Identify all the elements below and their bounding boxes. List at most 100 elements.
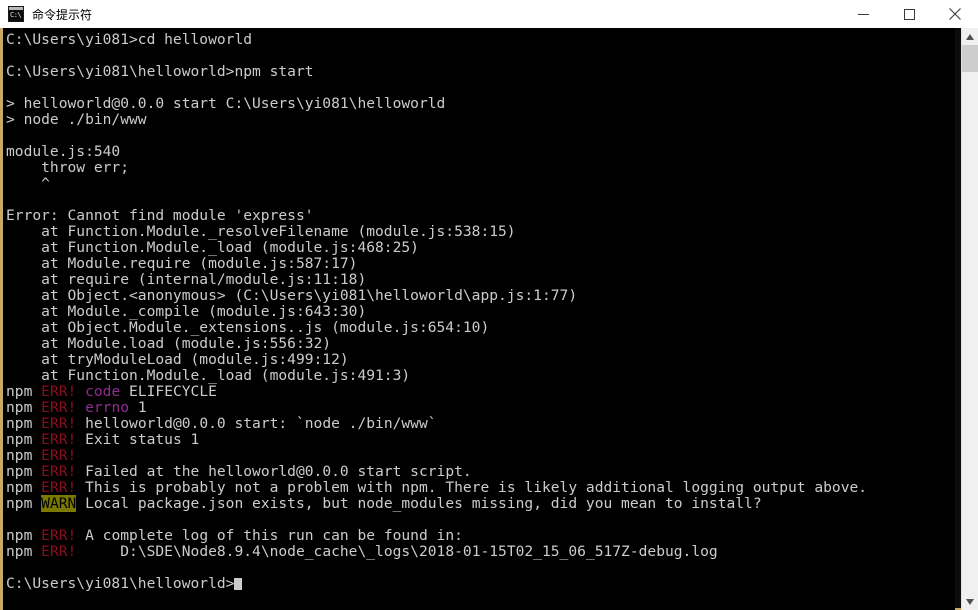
terminal-text-run: npm	[6, 479, 42, 496]
terminal-text-run: at Function.Module._load (module.js:491:…	[6, 367, 411, 384]
terminal-text-run: ERR!	[41, 399, 77, 416]
terminal-line: > node ./bin/www	[6, 112, 955, 128]
terminal-text-run	[76, 399, 85, 416]
terminal-text-run: npm	[6, 431, 42, 448]
terminal-text-run: at require (internal/module.js:11:18)	[6, 271, 367, 288]
terminal-line: > helloworld@0.0.0 start C:\Users\yi081\…	[6, 96, 955, 112]
command-prompt-window: 命令提示符 C:\Users\yi081>cd	[0, 0, 978, 610]
terminal-text-run: Local package.json exists, but node_modu…	[76, 495, 762, 512]
terminal-text-run: Failed at the helloworld@0.0.0 start scr…	[76, 463, 472, 480]
terminal-text-run: D:\SDE\Node8.9.4\node_cache\_logs\2018-0…	[76, 543, 718, 560]
terminal-text-run: helloworld@0.0.0 start: `node ./bin/www`	[76, 415, 437, 432]
title-bar[interactable]: 命令提示符	[0, 0, 978, 28]
maximize-button[interactable]	[886, 0, 932, 28]
terminal-line: module.js:540	[6, 144, 955, 160]
terminal-text-run: Error: Cannot find module 'express'	[6, 207, 314, 224]
terminal-text-run: at Object.<anonymous> (C:\Users\yi081\he…	[6, 287, 578, 304]
terminal-text-run: npm	[6, 463, 42, 480]
terminal-line: Error: Cannot find module 'express'	[6, 208, 955, 224]
terminal-line: at Function.Module._resolveFilename (mod…	[6, 224, 955, 240]
terminal-text-run: ERR!	[41, 463, 77, 480]
terminal-text-run: npm	[6, 399, 42, 416]
terminal-text-run: C:\Users\yi081>cd helloworld	[6, 31, 253, 48]
terminal-text-run: ERR!	[41, 479, 77, 496]
scroll-down-arrow-icon[interactable]	[962, 593, 978, 610]
terminal-text-run: npm	[6, 527, 42, 544]
terminal-text-run: This is probably not a problem with npm.…	[76, 479, 868, 496]
terminal-text-run: at Function.Module._load (module.js:468:…	[6, 239, 419, 256]
terminal-text-run: errno	[85, 399, 130, 416]
close-button[interactable]	[932, 0, 978, 28]
terminal-text-run: at Module.load (module.js:556:32)	[6, 335, 332, 352]
terminal-text-run: code	[85, 383, 121, 400]
terminal-text: C:\Users\yi081>cd helloworld C:\Users\yi0…	[6, 32, 955, 592]
terminal-text-run: > node ./bin/www	[6, 111, 147, 128]
console-icon	[8, 6, 24, 22]
terminal-line: at Module.load (module.js:556:32)	[6, 336, 955, 352]
terminal-text-run: C:\Users\yi081\helloworld>npm start	[6, 63, 314, 80]
terminal-text-run: ERR!	[41, 383, 77, 400]
terminal-line: C:\Users\yi081\helloworld>npm start	[6, 64, 955, 80]
minimize-button[interactable]	[840, 0, 886, 28]
terminal-text-run: 1	[129, 399, 147, 416]
terminal-line: C:\Users\yi081\helloworld>	[6, 576, 955, 592]
terminal-text-run: ELIFECYCLE	[120, 383, 217, 400]
terminal-line: at Module.require (module.js:587:17)	[6, 256, 955, 272]
window-title: 命令提示符	[32, 7, 93, 22]
terminal-text-run: Exit status 1	[76, 431, 200, 448]
console-frame: C:\Users\yi081>cd helloworld C:\Users\yi0…	[0, 28, 978, 610]
terminal-text-run: at Module._compile (module.js:643:30)	[6, 303, 367, 320]
vertical-scrollbar[interactable]	[961, 28, 978, 610]
terminal-line: at Module._compile (module.js:643:30)	[6, 304, 955, 320]
terminal-text-run: at Module.require (module.js:587:17)	[6, 255, 358, 272]
terminal-text-run: throw err;	[6, 159, 130, 176]
terminal-line: at require (internal/module.js:11:18)	[6, 272, 955, 288]
terminal-text-run: npm	[6, 383, 42, 400]
terminal-text-run: npm	[6, 415, 42, 432]
window-controls	[840, 0, 978, 28]
terminal-text-run: A complete log of this run can be found …	[76, 527, 463, 544]
terminal-line: npm ERR! D:\SDE\Node8.9.4\node_cache\_lo…	[6, 544, 955, 560]
terminal-text-run	[76, 383, 85, 400]
terminal-line: ^	[6, 176, 955, 192]
terminal-text-run: module.js:540	[6, 143, 121, 160]
terminal-text-run: ERR!	[41, 543, 77, 560]
terminal-line: C:\Users\yi081>cd helloworld	[6, 32, 955, 48]
terminal-text-run: ERR!	[41, 431, 77, 448]
terminal-line: npm ERR! helloworld@0.0.0 start: `node .…	[6, 416, 955, 432]
terminal-line: at Object.Module._extensions..js (module…	[6, 320, 955, 336]
terminal-text-run: WARN	[41, 495, 77, 512]
terminal-text-run: ERR!	[41, 527, 77, 544]
terminal-line: npm ERR! code ELIFECYCLE	[6, 384, 955, 400]
terminal-text-run: npm	[6, 447, 42, 464]
terminal-text-run: > helloworld@0.0.0 start C:\Users\yi081\…	[6, 95, 446, 112]
terminal-text-run: ERR!	[41, 415, 77, 432]
terminal-cursor	[234, 578, 243, 590]
terminal-line: throw err;	[6, 160, 955, 176]
terminal-line: npm WARN Local package.json exists, but …	[6, 495, 955, 512]
terminal-line: at Object.<anonymous> (C:\Users\yi081\he…	[6, 288, 955, 304]
terminal-text-run: at tryModuleLoad (module.js:499:12)	[6, 351, 349, 368]
scroll-up-arrow-icon[interactable]	[962, 28, 978, 45]
terminal-line: npm ERR! Failed at the helloworld@0.0.0 …	[6, 464, 955, 480]
terminal-text-run: ^	[6, 175, 50, 192]
console-output-area[interactable]: C:\Users\yi081>cd helloworld C:\Users\yi0…	[3, 28, 955, 610]
terminal-line: npm ERR!	[6, 448, 955, 464]
terminal-line: at Function.Module._load (module.js:468:…	[6, 240, 955, 256]
terminal-text-run: at Function.Module._resolveFilename (mod…	[6, 223, 516, 240]
terminal-line: npm ERR! This is probably not a problem …	[6, 480, 955, 496]
terminal-line: npm ERR! Exit status 1	[6, 432, 955, 448]
terminal-text-run: npm	[6, 543, 42, 560]
terminal-line: at Function.Module._load (module.js:491:…	[6, 368, 955, 384]
terminal-text-run: ERR!	[41, 447, 77, 464]
terminal-text-run: C:\Users\yi081\helloworld>	[6, 575, 235, 592]
scrollbar-thumb[interactable]	[962, 45, 978, 72]
terminal-text-run: at Object.Module._extensions..js (module…	[6, 319, 490, 336]
terminal-line: npm ERR! errno 1	[6, 400, 955, 416]
